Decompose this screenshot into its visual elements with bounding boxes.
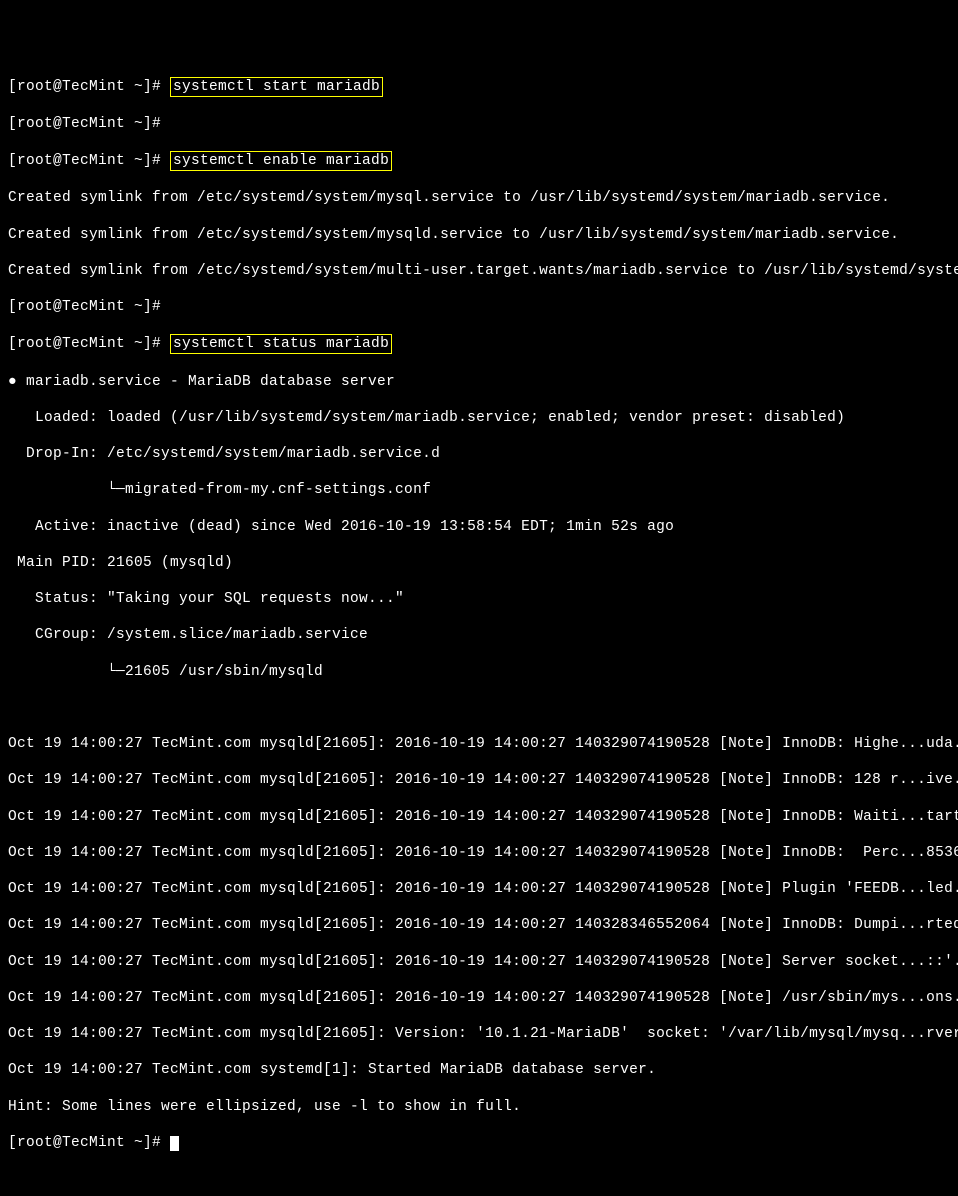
- hint-line: Hint: Some lines were ellipsized, use -l…: [8, 1098, 950, 1116]
- cursor-icon: [170, 1136, 179, 1151]
- status-header: ● mariadb.service - MariaDB database ser…: [8, 373, 950, 391]
- status-loaded: Loaded: loaded (/usr/lib/systemd/system/…: [8, 409, 950, 427]
- prompt-line-4: [root@TecMint ~]#: [8, 298, 950, 316]
- log-line: Oct 19 14:00:27 TecMint.com mysqld[21605…: [8, 989, 950, 1007]
- status-dropin: Drop-In: /etc/systemd/system/mariadb.ser…: [8, 445, 950, 463]
- status-message: Status: "Taking your SQL requests now...…: [8, 590, 950, 608]
- log-line: Oct 19 14:00:27 TecMint.com systemd[1]: …: [8, 1061, 950, 1079]
- prompt-line-2: [root@TecMint ~]#: [8, 115, 950, 133]
- shell-prompt: [root@TecMint ~]#: [8, 336, 170, 352]
- log-line: Oct 19 14:00:27 TecMint.com mysqld[21605…: [8, 916, 950, 934]
- shell-prompt: [root@TecMint ~]#: [8, 299, 170, 315]
- log-line: Oct 19 14:00:27 TecMint.com mysqld[21605…: [8, 808, 950, 826]
- status-active: Active: inactive (dead) since Wed 2016-1…: [8, 518, 950, 536]
- output-symlink-1: Created symlink from /etc/systemd/system…: [8, 189, 950, 207]
- shell-prompt: [root@TecMint ~]#: [8, 79, 170, 95]
- status-dropin-file: └─migrated-from-my.cnf-settings.conf: [8, 481, 950, 499]
- status-cgroup-proc: └─21605 /usr/sbin/mysqld: [8, 663, 950, 681]
- prompt-line-3: [root@TecMint ~]# systemctl enable maria…: [8, 151, 950, 171]
- output-symlink-2: Created symlink from /etc/systemd/system…: [8, 226, 950, 244]
- prompt-line-5: [root@TecMint ~]# systemctl status maria…: [8, 334, 950, 354]
- shell-prompt: [root@TecMint ~]#: [8, 116, 170, 132]
- log-line: Oct 19 14:00:27 TecMint.com mysqld[21605…: [8, 735, 950, 753]
- status-cgroup: CGroup: /system.slice/mariadb.service: [8, 626, 950, 644]
- log-line: Oct 19 14:00:27 TecMint.com mysqld[21605…: [8, 844, 950, 862]
- shell-prompt: [root@TecMint ~]#: [8, 153, 170, 169]
- command-enable-mariadb[interactable]: systemctl enable mariadb: [170, 151, 392, 171]
- prompt-line-6[interactable]: [root@TecMint ~]#: [8, 1134, 950, 1152]
- status-mainpid: Main PID: 21605 (mysqld): [8, 554, 950, 572]
- command-start-mariadb[interactable]: systemctl start mariadb: [170, 77, 383, 97]
- shell-prompt: [root@TecMint ~]#: [8, 1135, 170, 1151]
- log-line: Oct 19 14:00:27 TecMint.com mysqld[21605…: [8, 880, 950, 898]
- log-line: Oct 19 14:00:27 TecMint.com mysqld[21605…: [8, 1025, 950, 1043]
- output-symlink-3: Created symlink from /etc/systemd/system…: [8, 262, 950, 280]
- command-status-mariadb[interactable]: systemctl status mariadb: [170, 334, 392, 354]
- log-line: Oct 19 14:00:27 TecMint.com mysqld[21605…: [8, 953, 950, 971]
- blank-line: [8, 699, 950, 717]
- prompt-line-1: [root@TecMint ~]# systemctl start mariad…: [8, 77, 950, 97]
- log-line: Oct 19 14:00:27 TecMint.com mysqld[21605…: [8, 771, 950, 789]
